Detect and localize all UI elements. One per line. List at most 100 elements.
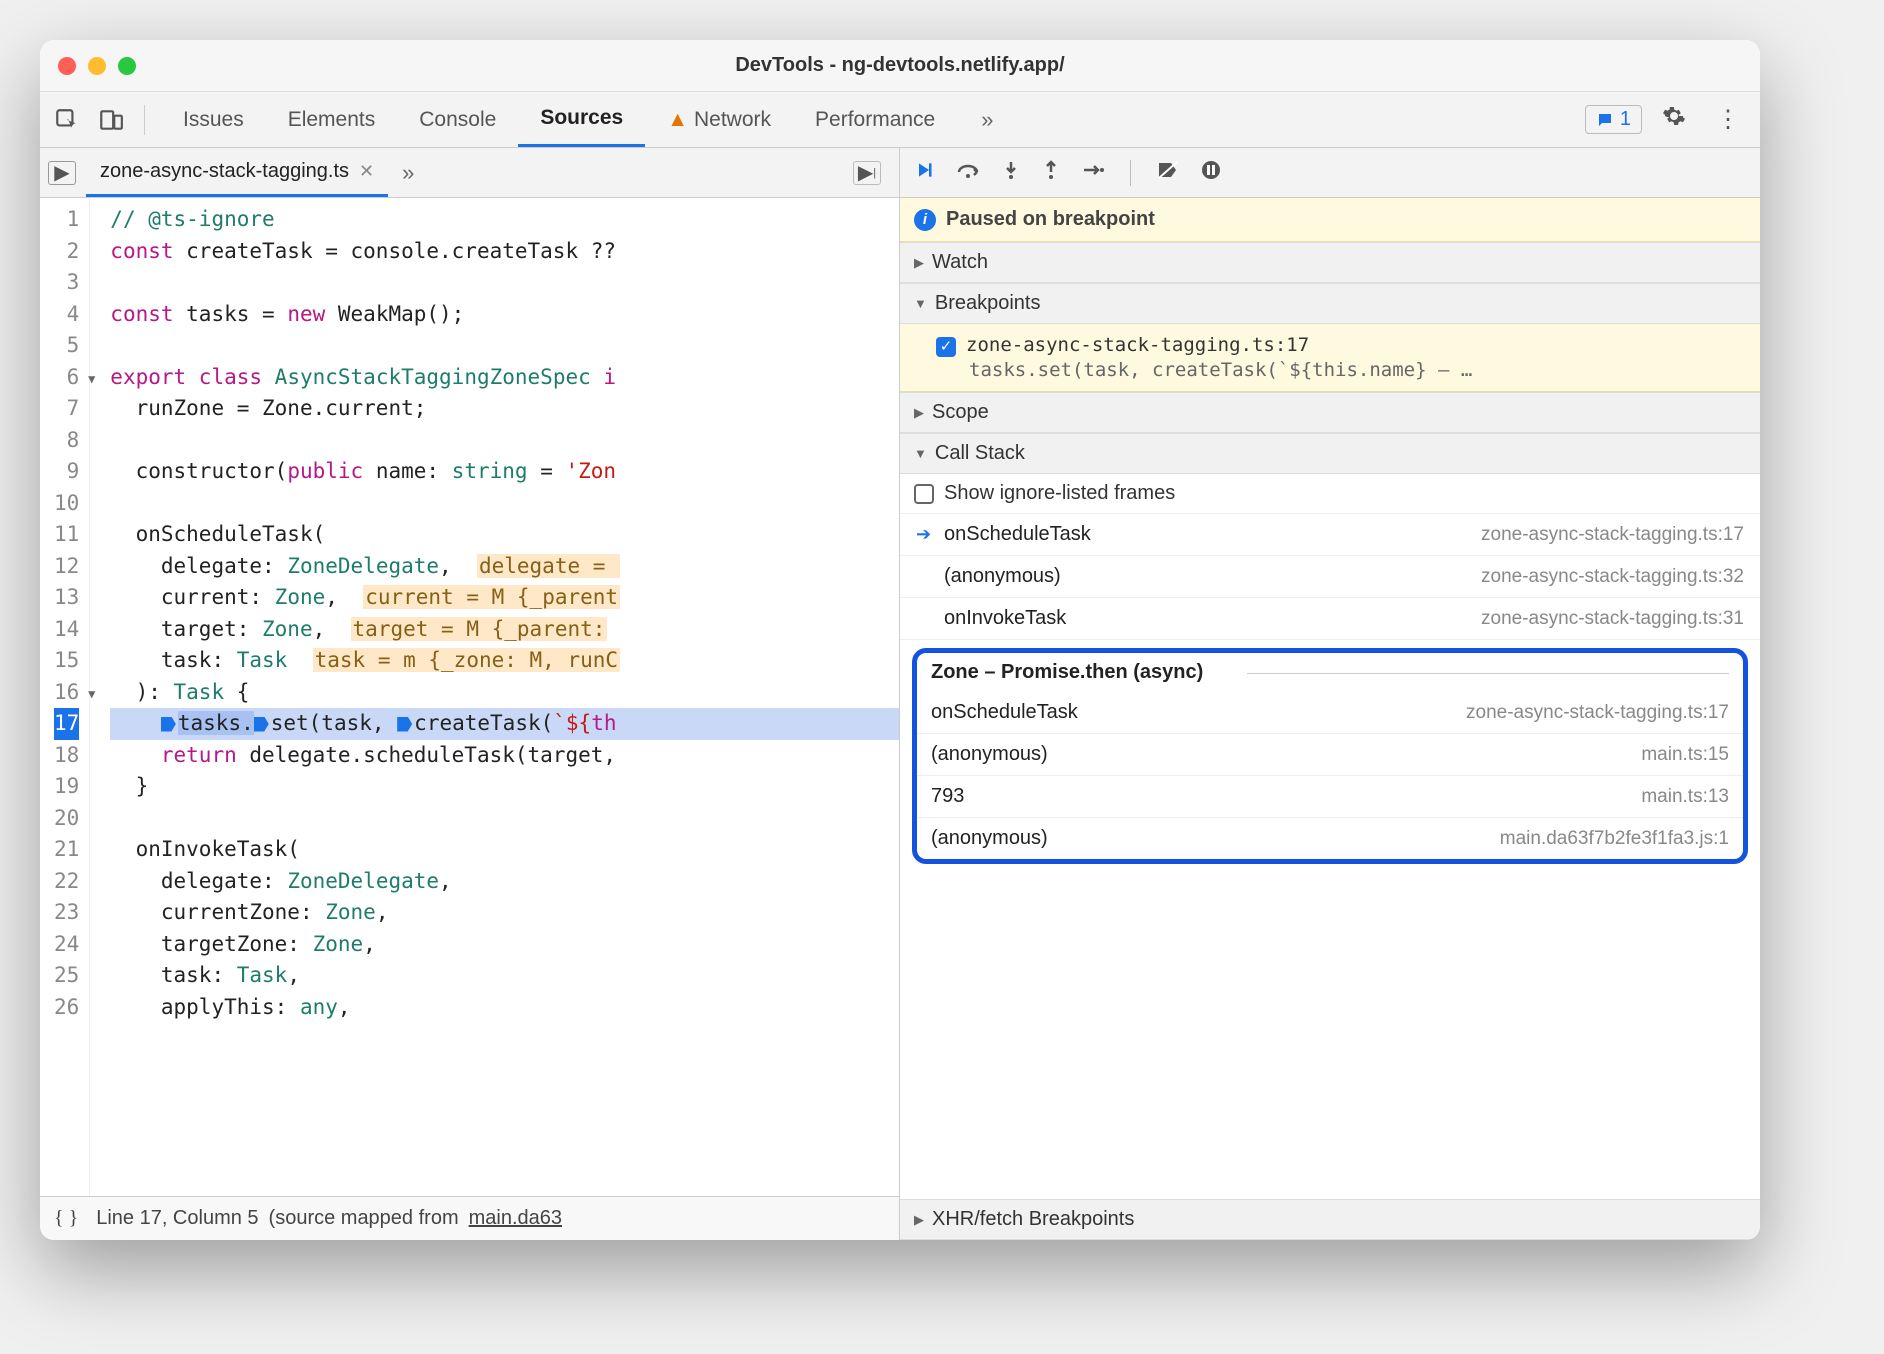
code-area[interactable]: // @ts-ignoreconst createTask = console.…: [90, 198, 899, 1196]
breakpoints-section-header[interactable]: ▼Breakpoints: [900, 283, 1760, 324]
code-line[interactable]: [110, 803, 899, 835]
line-number[interactable]: 10: [54, 488, 79, 520]
code-line[interactable]: ): Task {: [110, 677, 899, 709]
line-number[interactable]: 17: [54, 708, 79, 740]
line-number[interactable]: 7: [54, 393, 79, 425]
line-number[interactable]: 15: [54, 645, 79, 677]
line-number[interactable]: 18: [54, 740, 79, 772]
code-editor[interactable]: 1234567891011121314151617181920212223242…: [40, 198, 899, 1196]
line-number[interactable]: 9: [54, 456, 79, 488]
scope-section-header[interactable]: ▶Scope: [900, 392, 1760, 433]
line-number[interactable]: 16: [54, 677, 79, 709]
code-line[interactable]: delegate: ZoneDelegate, delegate =: [110, 551, 899, 583]
callstack-section-header[interactable]: ▼Call Stack: [900, 433, 1760, 474]
source-map-link[interactable]: main.da63: [469, 1207, 562, 1230]
code-line[interactable]: [110, 330, 899, 362]
close-window-button[interactable]: [58, 57, 76, 75]
maximize-window-button[interactable]: [118, 57, 136, 75]
line-number[interactable]: 22: [54, 866, 79, 898]
code-line[interactable]: export class AsyncStackTaggingZoneSpec i: [110, 362, 899, 394]
step-out-icon[interactable]: [1042, 160, 1060, 186]
step-over-icon[interactable]: [956, 160, 980, 186]
device-icon[interactable]: [94, 103, 128, 137]
brackets-icon[interactable]: { }: [54, 1207, 78, 1230]
line-number[interactable]: 13: [54, 582, 79, 614]
line-number[interactable]: 25: [54, 960, 79, 992]
callstack-frame[interactable]: onScheduleTaskzone-async-stack-tagging.t…: [917, 692, 1743, 734]
code-line[interactable]: onInvokeTask(: [110, 834, 899, 866]
code-line[interactable]: task: Task,: [110, 960, 899, 992]
tab-console[interactable]: Console: [397, 92, 518, 147]
code-line[interactable]: const tasks = new WeakMap();: [110, 299, 899, 331]
line-number[interactable]: 20: [54, 803, 79, 835]
code-line[interactable]: return delegate.scheduleTask(target,: [110, 740, 899, 772]
tab-sources[interactable]: Sources: [518, 92, 645, 147]
code-line[interactable]: [110, 267, 899, 299]
tabs-overflow-icon[interactable]: »: [967, 107, 1007, 133]
kebab-menu-icon[interactable]: ⋮: [1706, 105, 1750, 134]
line-number[interactable]: 1: [54, 204, 79, 236]
callstack-frame[interactable]: (anonymous)main.ts:15: [917, 734, 1743, 776]
close-icon[interactable]: ✕: [359, 161, 374, 182]
resume-icon[interactable]: [914, 160, 934, 186]
line-number[interactable]: 2: [54, 236, 79, 268]
code-line[interactable]: tasks.set(task, createTask(`${th: [110, 708, 899, 740]
callstack-frame[interactable]: ➔onScheduleTaskzone-async-stack-tagging.…: [900, 514, 1760, 556]
callstack-frame[interactable]: onInvokeTaskzone-async-stack-tagging.ts:…: [900, 598, 1760, 640]
code-line[interactable]: current: Zone, current = M {_parent: [110, 582, 899, 614]
checkbox-unchecked[interactable]: [914, 484, 934, 504]
line-number[interactable]: 24: [54, 929, 79, 961]
watch-section-header[interactable]: ▶Watch: [900, 242, 1760, 283]
code-line[interactable]: applyThis: any,: [110, 992, 899, 1024]
pause-exceptions-icon[interactable]: [1201, 160, 1221, 186]
tab-label: Network: [694, 108, 771, 132]
line-number[interactable]: 11: [54, 519, 79, 551]
checkbox-checked-icon[interactable]: ✓: [936, 337, 956, 357]
line-number[interactable]: 23: [54, 897, 79, 929]
deactivate-breakpoints-icon[interactable]: [1157, 160, 1179, 186]
code-line[interactable]: currentZone: Zone,: [110, 897, 899, 929]
line-number[interactable]: 21: [54, 834, 79, 866]
code-line[interactable]: task: Task task = m {_zone: M, runC: [110, 645, 899, 677]
code-line[interactable]: delegate: ZoneDelegate,: [110, 866, 899, 898]
tab-elements[interactable]: Elements: [266, 92, 398, 147]
line-number[interactable]: 3: [54, 267, 79, 299]
code-line[interactable]: targetZone: Zone,: [110, 929, 899, 961]
tab-issues[interactable]: Issues: [161, 92, 266, 147]
code-line[interactable]: onScheduleTask(: [110, 519, 899, 551]
line-number[interactable]: 4: [54, 299, 79, 331]
issues-badge[interactable]: 1: [1585, 105, 1642, 134]
callstack-frame[interactable]: 793main.ts:13: [917, 776, 1743, 818]
settings-icon[interactable]: [1652, 104, 1696, 135]
tab-performance[interactable]: Performance: [793, 92, 957, 147]
line-number[interactable]: 6: [54, 362, 79, 394]
code-line[interactable]: }: [110, 771, 899, 803]
code-line[interactable]: [110, 488, 899, 520]
code-line[interactable]: target: Zone, target = M {_parent:: [110, 614, 899, 646]
code-line[interactable]: [110, 425, 899, 457]
code-line[interactable]: // @ts-ignore: [110, 204, 899, 236]
snippet-run-icon[interactable]: ▶|: [853, 161, 881, 185]
file-tabs-overflow-icon[interactable]: »: [388, 160, 428, 186]
inspect-icon[interactable]: [50, 103, 84, 137]
minimize-window-button[interactable]: [88, 57, 106, 75]
line-number[interactable]: 5: [54, 330, 79, 362]
line-number[interactable]: 19: [54, 771, 79, 803]
tab-network[interactable]: ▲Network: [645, 92, 793, 147]
line-number[interactable]: 14: [54, 614, 79, 646]
callstack-frame[interactable]: (anonymous)main.da63f7b2fe3f1fa3.js:1: [917, 818, 1743, 859]
breakpoint-entry[interactable]: ✓zone-async-stack-tagging.ts:17 tasks.se…: [900, 324, 1760, 392]
xhr-section-header[interactable]: ▶XHR/fetch Breakpoints: [900, 1199, 1760, 1240]
code-line[interactable]: runZone = Zone.current;: [110, 393, 899, 425]
line-number[interactable]: 8: [54, 425, 79, 457]
step-into-icon[interactable]: [1002, 160, 1020, 186]
line-number[interactable]: 12: [54, 551, 79, 583]
code-line[interactable]: const createTask = console.createTask ??: [110, 236, 899, 268]
line-number[interactable]: 26: [54, 992, 79, 1024]
step-icon[interactable]: [1082, 161, 1104, 185]
file-tab-active[interactable]: zone-async-stack-tagging.ts ✕: [86, 148, 388, 197]
cursor-position: Line 17, Column 5: [96, 1207, 258, 1230]
callstack-frame[interactable]: (anonymous)zone-async-stack-tagging.ts:3…: [900, 556, 1760, 598]
navigator-toggle-icon[interactable]: ▶: [48, 161, 76, 185]
code-line[interactable]: constructor(public name: string = 'Zon: [110, 456, 899, 488]
